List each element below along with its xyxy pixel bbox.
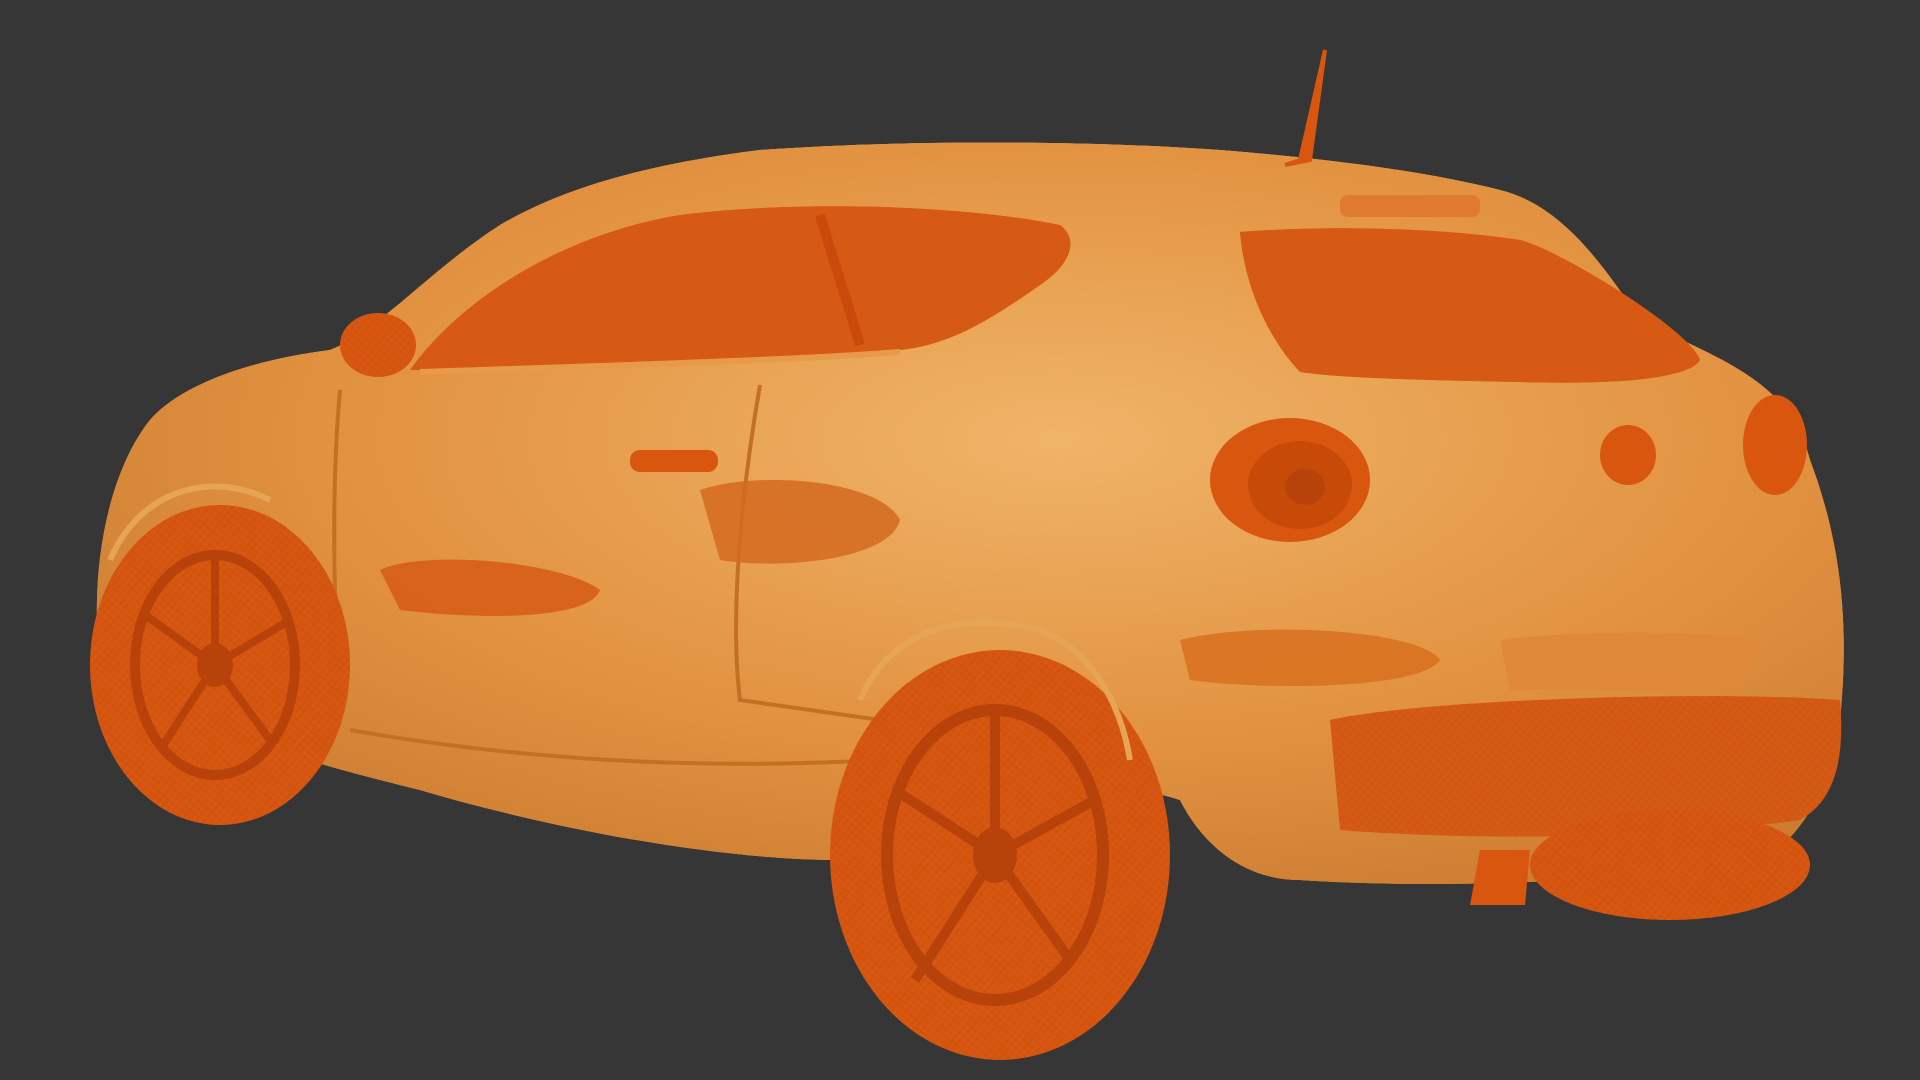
door-handle <box>630 450 718 472</box>
antenna <box>1284 49 1327 167</box>
far-rear-wheel <box>1530 810 1810 920</box>
exhaust-pipe <box>1470 850 1530 905</box>
rear-window <box>1240 228 1700 383</box>
tail-light-right <box>1743 395 1807 495</box>
front-wheel <box>90 505 350 825</box>
tail-light-left <box>1210 418 1370 542</box>
car-wireframe-render <box>90 49 1844 1060</box>
3d-viewport[interactable] <box>0 0 1920 1080</box>
high-brake-light <box>1340 195 1480 217</box>
side-mirror <box>340 313 416 377</box>
fuel-cap <box>1600 425 1656 485</box>
